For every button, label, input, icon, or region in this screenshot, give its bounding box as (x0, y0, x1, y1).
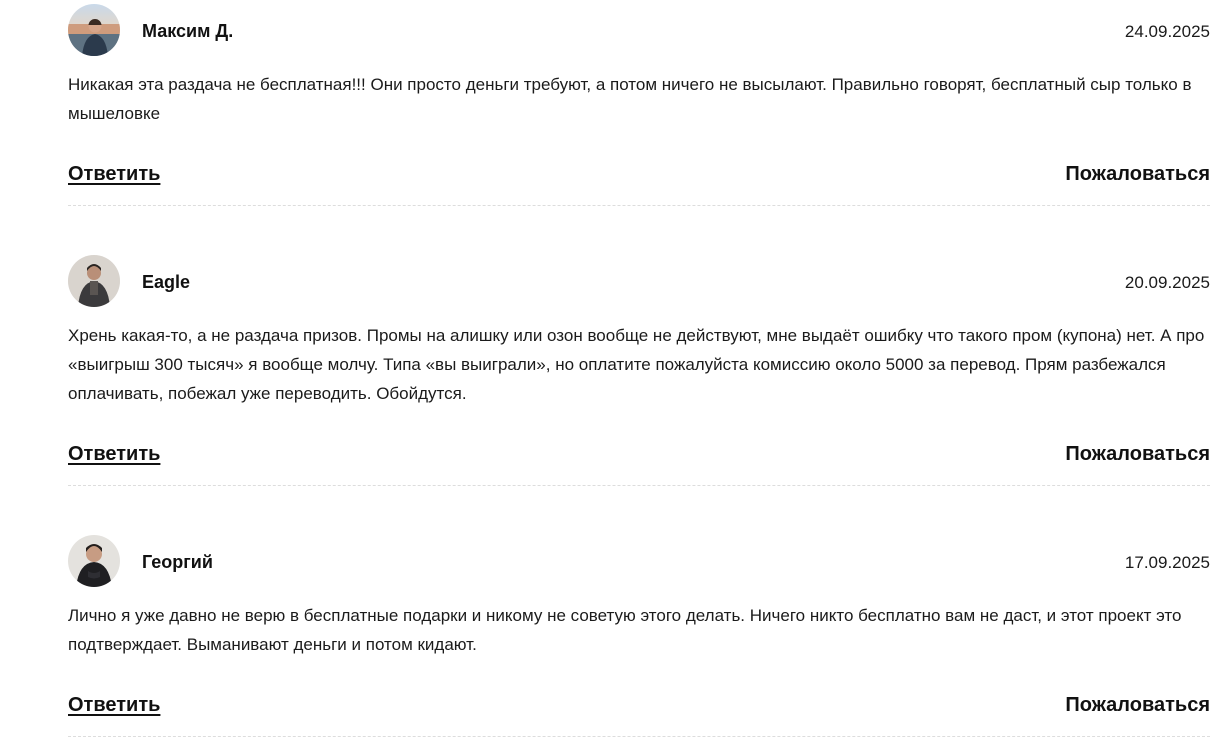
comments-list: Максим Д. 24.09.2025 Никакая эта раздача… (68, 0, 1210, 737)
avatar (68, 4, 120, 56)
comment-text: Лично я уже давно не верю в бесплатные п… (68, 606, 1182, 654)
comment-header: Георгий 17.09.2025 (68, 531, 1210, 591)
comment-author: Eagle (142, 272, 191, 292)
report-button[interactable]: Пожаловаться (1065, 442, 1210, 466)
avatar (68, 255, 120, 307)
comment-text: Никакая эта раздача не бесплатная!!! Они… (68, 75, 1192, 123)
reply-button[interactable]: Ответить (68, 442, 160, 466)
reply-button[interactable]: Ответить (68, 693, 160, 717)
comment-item: Максим Д. 24.09.2025 Никакая эта раздача… (68, 0, 1210, 206)
comment-author: Георгий (142, 552, 213, 572)
report-button[interactable]: Пожаловаться (1065, 162, 1210, 186)
comment-actions: Ответить Пожаловаться (68, 693, 1210, 717)
reply-button[interactable]: Ответить (68, 162, 160, 186)
comment-item: Eagle 20.09.2025 Хрень какая-то, а не ра… (68, 251, 1210, 486)
comment-text: Хрень какая-то, а не раздача призов. Про… (68, 326, 1205, 403)
comment-date: 24.09.2025 (1124, 22, 1210, 41)
comment-header: Eagle 20.09.2025 (68, 251, 1210, 311)
report-button[interactable]: Пожаловаться (1065, 693, 1210, 717)
comment-date: 20.09.2025 (1124, 273, 1210, 292)
avatar (68, 535, 120, 587)
comment-author: Максим Д. (142, 21, 234, 41)
comment-header: Максим Д. 24.09.2025 (68, 0, 1210, 60)
comment-item: Георгий 17.09.2025 Лично я уже давно не … (68, 531, 1210, 737)
comment-actions: Ответить Пожаловаться (68, 442, 1210, 466)
comment-actions: Ответить Пожаловаться (68, 162, 1210, 186)
comment-date: 17.09.2025 (1124, 553, 1210, 572)
